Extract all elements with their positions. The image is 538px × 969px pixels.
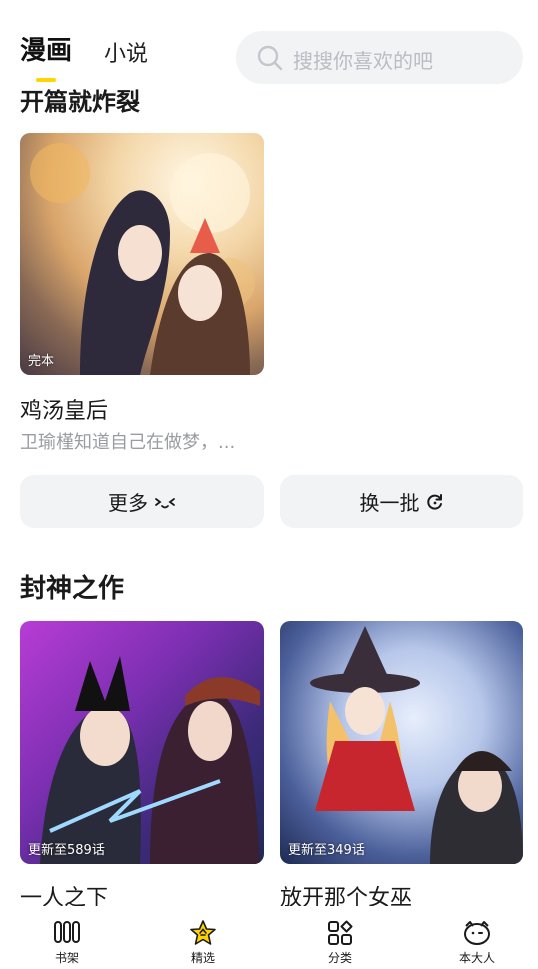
face-wink-icon	[155, 497, 175, 508]
nav-category[interactable]: 分类	[273, 906, 407, 969]
search-placeholder: 搜搜你喜欢的吧	[293, 49, 433, 73]
book-update-badge: 更新至349话	[288, 843, 365, 858]
refresh-button[interactable]: 换一批	[280, 475, 523, 528]
search-icon	[257, 45, 283, 71]
featured-star-icon	[190, 920, 216, 945]
bottom-navigation: 书架 精选 分类 本大人	[0, 906, 538, 969]
book-title[interactable]: 鸡汤皇后	[20, 393, 108, 425]
category-grid-icon	[328, 920, 353, 945]
nav-label: 书架	[54, 951, 79, 965]
tab-comics[interactable]: 漫画	[20, 30, 72, 67]
profile-face-icon	[464, 921, 490, 945]
book-cover-jitang-huanghou[interactable]: 完本	[20, 133, 264, 375]
cover-illustration	[30, 143, 255, 375]
cover-illustration	[310, 626, 523, 864]
book-description: 卫瑜槿知道自己在做梦，...	[20, 432, 236, 453]
nav-profile[interactable]: 本大人	[410, 906, 538, 969]
nav-label: 精选	[190, 951, 215, 965]
nav-featured[interactable]: 精选	[136, 906, 270, 969]
nav-bookshelf[interactable]: 书架	[0, 906, 134, 969]
bookshelf-icon	[54, 921, 80, 943]
active-tab-indicator	[36, 78, 56, 82]
book-cover-yiren-zhixia[interactable]: 更新至589话	[20, 621, 264, 864]
section-title-masterpieces: 封神之作	[20, 574, 125, 604]
book-status-badge: 完本	[28, 354, 55, 369]
top-header: 漫画 小说 搜搜你喜欢的吧	[0, 0, 538, 88]
refresh-icon	[426, 493, 442, 510]
nav-label: 本大人	[458, 951, 495, 965]
tab-novels[interactable]: 小说	[104, 36, 148, 68]
nav-label: 分类	[327, 951, 352, 965]
more-button-label: 更多	[108, 491, 148, 515]
book-cover-fangkai-nage-nvwu[interactable]: 更新至349话	[280, 621, 523, 864]
search-bar[interactable]: 搜搜你喜欢的吧	[236, 31, 523, 84]
cover-illustration	[40, 656, 260, 864]
more-button[interactable]: 更多	[20, 475, 264, 528]
book-update-badge: 更新至589话	[28, 843, 105, 858]
refresh-button-label: 换一批	[359, 491, 420, 515]
